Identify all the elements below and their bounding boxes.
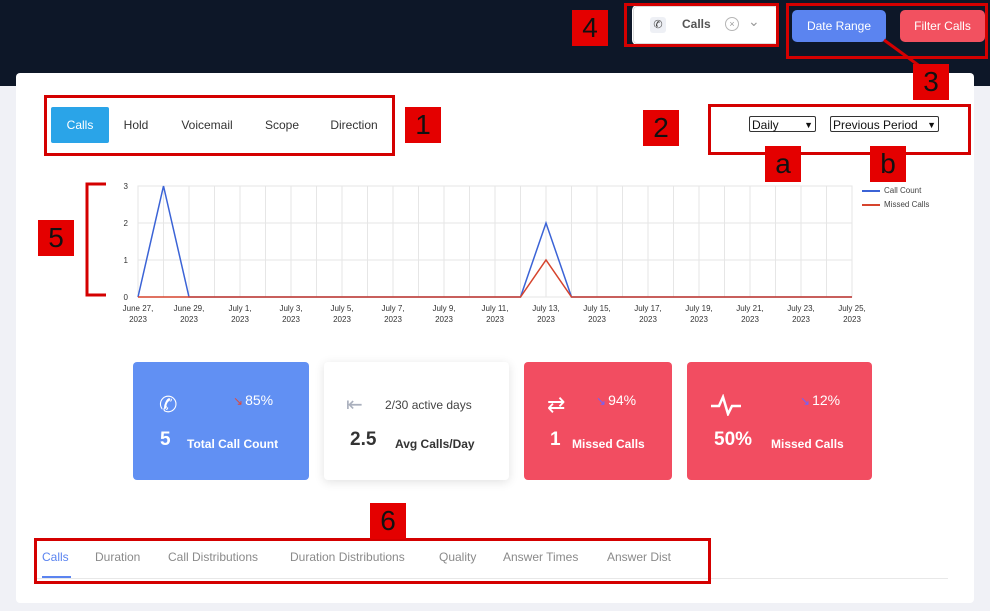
annotation-box-6 bbox=[34, 538, 711, 584]
annotation-label-5: 5 bbox=[38, 220, 74, 256]
annotation-label-4: 4 bbox=[572, 10, 608, 46]
annotation-bracket-5 bbox=[85, 182, 106, 297]
annotation-label-3: 3 bbox=[913, 64, 949, 100]
annotation-box-4 bbox=[624, 3, 779, 47]
annotation-connector bbox=[883, 38, 926, 72]
annotation-label-6: 6 bbox=[370, 503, 406, 539]
